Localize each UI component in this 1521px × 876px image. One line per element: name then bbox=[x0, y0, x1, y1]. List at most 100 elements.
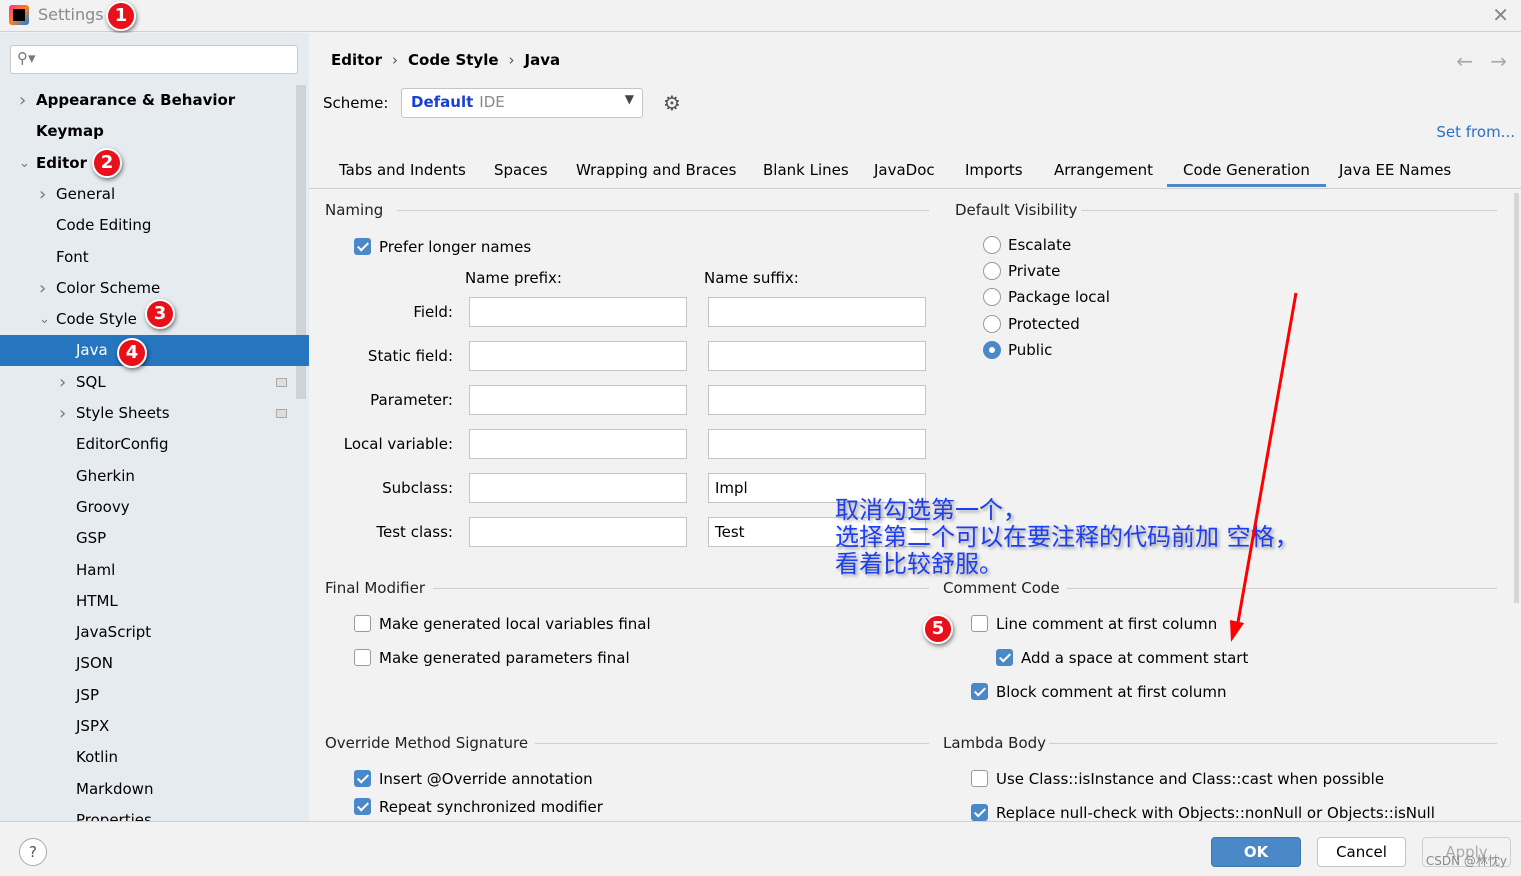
breadcrumb-item[interactable]: Code Style bbox=[408, 51, 499, 69]
final-locals-label: Make generated local variables final bbox=[379, 615, 651, 633]
set-from-link[interactable]: Set from... bbox=[1436, 123, 1515, 141]
sidebar-item-gherkin[interactable]: Gherkin bbox=[0, 461, 309, 492]
scheme-select[interactable]: Default IDE ▼ bbox=[401, 88, 643, 118]
tab-code-generation[interactable]: Code Generation bbox=[1167, 161, 1326, 187]
sidebar-item-properties[interactable]: Properties bbox=[0, 805, 309, 821]
sidebar-item-style-sheets[interactable]: › Style Sheets bbox=[0, 398, 309, 429]
sidebar-item-kotlin[interactable]: Kotlin bbox=[0, 742, 309, 773]
replace-null-check-checkbox[interactable] bbox=[971, 804, 988, 821]
visibility-radio[interactable] bbox=[983, 288, 1001, 307]
chevron-down-icon[interactable]: ⌄ bbox=[19, 148, 30, 179]
main-panel: Editor › Code Style › Java ← → Scheme: Defau… bbox=[309, 33, 1521, 822]
insert-override-checkbox[interactable] bbox=[354, 770, 371, 787]
back-arrow-icon[interactable]: ← bbox=[1456, 49, 1473, 73]
block-comment-first-column-checkbox[interactable] bbox=[971, 683, 988, 700]
sidebar-item-keymap[interactable]: Keymap bbox=[0, 116, 309, 147]
name-prefix-input[interactable] bbox=[469, 429, 687, 459]
chevron-right-icon[interactable]: › bbox=[39, 273, 46, 304]
name-prefix-input[interactable] bbox=[469, 473, 687, 503]
sidebar-item-editor[interactable]: ⌄ Editor bbox=[0, 148, 309, 179]
sidebar-item-code-editing[interactable]: Code Editing bbox=[0, 210, 309, 241]
repeat-synchronized-checkbox[interactable] bbox=[354, 798, 371, 815]
line-comment-first-column-checkbox[interactable] bbox=[971, 615, 988, 632]
sidebar-item-label: JSPX bbox=[76, 717, 110, 735]
sidebar-item-label: Code Editing bbox=[56, 216, 152, 235]
breadcrumb-item: Java bbox=[524, 51, 561, 69]
add-space-checkbox[interactable] bbox=[996, 649, 1013, 666]
ok-button[interactable]: OK bbox=[1211, 837, 1301, 867]
chevron-right-icon[interactable]: › bbox=[39, 179, 46, 210]
sidebar-item-general[interactable]: › General bbox=[0, 179, 309, 210]
annotation-badge-5: 5 bbox=[923, 614, 953, 644]
breadcrumb-item[interactable]: Editor bbox=[331, 51, 382, 69]
annotation-badge-2: 2 bbox=[92, 148, 122, 178]
sidebar-item-appearance-behavior[interactable]: › Appearance & Behavior bbox=[0, 85, 309, 116]
scheme-label: Scheme: bbox=[323, 94, 389, 112]
sidebar-item-html[interactable]: HTML bbox=[0, 586, 309, 617]
name-prefix-input[interactable] bbox=[469, 385, 687, 415]
tab-javadoc[interactable]: JavaDoc bbox=[874, 161, 935, 179]
tab-java-ee-names[interactable]: Java EE Names bbox=[1339, 161, 1451, 179]
sidebar-item-font[interactable]: Font bbox=[0, 242, 309, 273]
chevron-down-icon[interactable]: ⌄ bbox=[39, 304, 50, 335]
visibility-radio[interactable] bbox=[983, 340, 1001, 359]
sidebar-item-json[interactable]: JSON bbox=[0, 648, 309, 679]
final-modifier-title: Final Modifier bbox=[325, 579, 425, 597]
sidebar-item-label: Java bbox=[76, 341, 108, 360]
annotation-badge-4: 4 bbox=[117, 338, 147, 368]
name-prefix-input[interactable] bbox=[469, 297, 687, 327]
visibility-radio[interactable] bbox=[983, 314, 1001, 333]
sidebar-item-jspx[interactable]: JSPX bbox=[0, 711, 309, 742]
sidebar-item-javascript[interactable]: JavaScript bbox=[0, 617, 309, 648]
content-scrollbar[interactable] bbox=[1514, 193, 1519, 603]
tab-imports[interactable]: Imports bbox=[965, 161, 1023, 179]
use-class-isinstance-checkbox[interactable] bbox=[971, 770, 988, 787]
name-prefix-input[interactable] bbox=[469, 517, 687, 547]
cancel-button[interactable]: Cancel bbox=[1317, 837, 1406, 867]
prefer-longer-label: Prefer longer names bbox=[379, 238, 532, 256]
sidebar-item-java[interactable]: Java bbox=[0, 335, 309, 367]
sidebar-item-label: EditorConfig bbox=[76, 435, 169, 454]
project-scope-icon bbox=[276, 409, 287, 418]
tab-wrapping-and-braces[interactable]: Wrapping and Braces bbox=[576, 161, 736, 179]
sidebar-item-editorconfig[interactable]: EditorConfig bbox=[0, 429, 309, 460]
sidebar-item-markdown[interactable]: Markdown bbox=[0, 774, 309, 805]
tab-tabs-and-indents[interactable]: Tabs and Indents bbox=[339, 161, 466, 179]
visibility-radio[interactable] bbox=[983, 262, 1001, 281]
forward-arrow-icon[interactable]: → bbox=[1490, 49, 1507, 73]
sidebar: ⚲▾ › Appearance & Behavior Keymap ⌄ Editor › G… bbox=[0, 33, 309, 821]
sidebar-item-jsp[interactable]: JSP bbox=[0, 680, 309, 711]
settings-search-input[interactable]: ⚲▾ bbox=[10, 45, 298, 74]
sidebar-item-sql[interactable]: › SQL bbox=[0, 367, 309, 398]
sidebar-item-label: Properties bbox=[76, 810, 152, 821]
chevron-right-icon[interactable]: › bbox=[59, 367, 66, 398]
final-params-checkbox[interactable] bbox=[354, 649, 371, 666]
project-scope-icon bbox=[276, 377, 287, 387]
prefer-longer-checkbox[interactable] bbox=[354, 238, 371, 255]
chevron-down-icon: ▼ bbox=[624, 92, 634, 106]
name-suffix-input[interactable] bbox=[708, 341, 926, 371]
sidebar-item-haml[interactable]: Haml bbox=[0, 555, 309, 586]
sidebar-item-gsp[interactable]: GSP bbox=[0, 523, 309, 554]
chevron-right-icon[interactable]: › bbox=[19, 85, 26, 116]
suffix-header: Name suffix: bbox=[704, 269, 799, 287]
close-icon[interactable]: ✕ bbox=[1492, 3, 1509, 27]
prefix-header: Name prefix: bbox=[465, 269, 562, 287]
scheme-sub: IDE bbox=[479, 93, 505, 111]
final-locals-checkbox[interactable] bbox=[354, 615, 371, 632]
annotation-badge-1: 1 bbox=[106, 1, 136, 31]
tab-blank-lines[interactable]: Blank Lines bbox=[763, 161, 849, 179]
name-suffix-input[interactable] bbox=[708, 385, 926, 415]
tab-arrangement[interactable]: Arrangement bbox=[1054, 161, 1153, 179]
tab-spaces[interactable]: Spaces bbox=[494, 161, 548, 179]
visibility-radio[interactable] bbox=[983, 236, 1001, 254]
name-suffix-input[interactable] bbox=[708, 429, 926, 459]
visibility-option-label: Protected bbox=[1008, 314, 1080, 333]
chevron-right-icon[interactable]: › bbox=[59, 398, 66, 429]
gear-icon[interactable]: ⚙ bbox=[663, 91, 681, 115]
sidebar-item-groovy[interactable]: Groovy bbox=[0, 492, 309, 523]
name-prefix-input[interactable] bbox=[469, 341, 687, 371]
help-button[interactable]: ? bbox=[19, 838, 47, 866]
name-suffix-input[interactable] bbox=[708, 297, 926, 327]
tab-bar: Tabs and Indents Spaces Wrapping and Brace… bbox=[309, 153, 1521, 189]
